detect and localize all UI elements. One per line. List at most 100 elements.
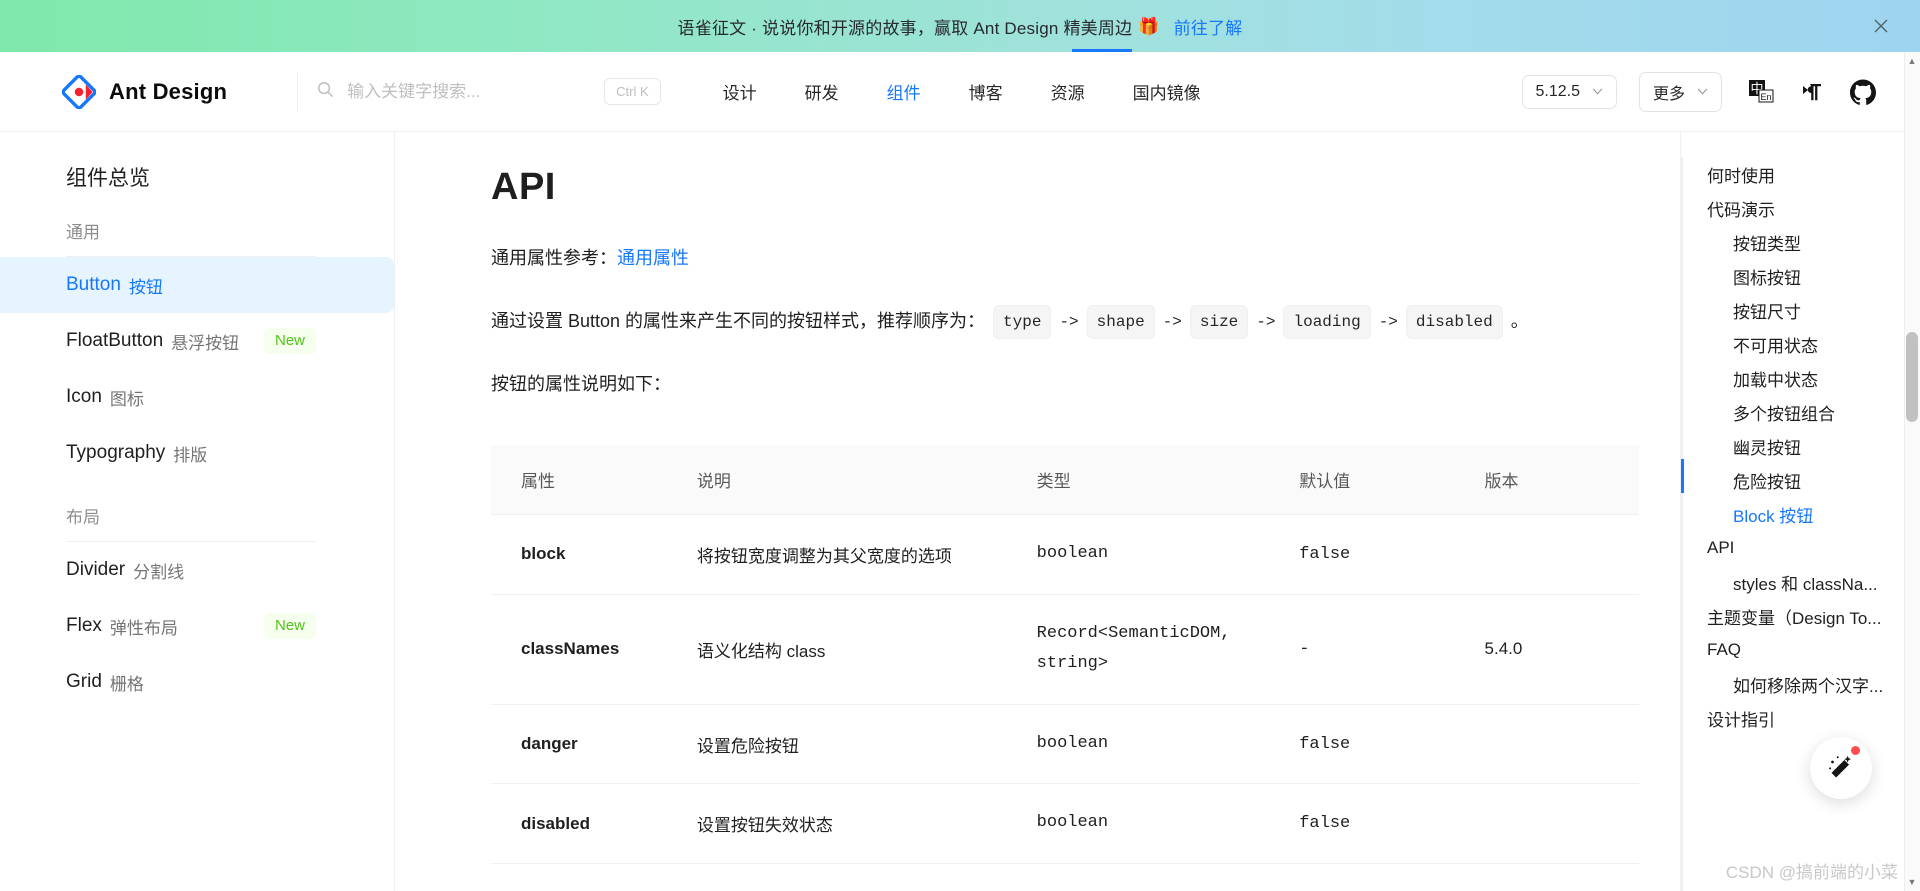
toc-item-block-button[interactable]: Block 按钮 [1681,497,1920,531]
page-scrollbar[interactable]: ▲ ▼ [1904,52,1920,891]
sidebar-item-en: Grid [66,671,102,692]
main-content: API 通用属性参考：通用属性 通过设置 Button 的属性来产生不同的按钮样… [395,132,1680,891]
table-row: block 将按钮宽度调整为其父宽度的选项 boolean false [491,514,1639,595]
common-props-paragraph: 通用属性参考：通用属性 [491,243,1680,275]
cell-type: boolean [1036,704,1300,785]
page-scrollbar-thumb[interactable] [1906,332,1918,422]
toc-item-danger-button[interactable]: 危险按钮 [1681,463,1920,497]
common-props-prefix: 通用属性参考： [491,248,617,268]
cell-description: 幽灵属性，使按钮背景透明 [696,863,1037,891]
common-props-link[interactable]: 通用属性 [617,248,689,268]
order-suffix: 。 [1510,310,1529,331]
cell-default: - [1299,594,1485,705]
nav-item-develop[interactable]: 研发 [781,79,863,104]
toc-item-styles-classnames[interactable]: styles 和 classNa... [1681,565,1920,599]
scroll-up-arrow[interactable]: ▲ [1907,56,1917,66]
cell-version [1484,863,1639,891]
props-intro-paragraph: 按钮的属性说明如下： [491,373,671,394]
sidebar-item-button[interactable]: Button 按钮 [0,257,394,313]
nav-item-components[interactable]: 组件 [863,79,945,104]
sidebar-item-cn: 按钮 [128,277,163,297]
toc-item-faq[interactable]: FAQ [1681,633,1920,667]
toc-item-design-token[interactable]: 主题变量（Design To... [1681,599,1920,633]
cell-description: 设置危险按钮 [696,704,1037,785]
search-shortcut-hint: Ctrl K [604,77,661,106]
new-badge: New [263,327,316,355]
logo-link[interactable]: Ant Design [62,74,227,109]
cell-version [1484,704,1639,785]
site-header: Ant Design Ctrl K 设计 研发 组件 博客 资源 国内镜像 5.… [0,52,1920,132]
sidebar-group-title: 通用 [66,223,100,242]
toc-item-api[interactable]: API [1681,531,1920,565]
toc-item-button-type[interactable]: 按钮类型 [1681,225,1920,259]
promo-banner: 语雀征文 · 说说你和开源的故事，赢取 Ant Design 精美周边 🎁 前往… [0,0,1920,52]
code-chip-size: size [1189,304,1249,339]
code-chip-shape: shape [1086,304,1155,339]
page-title: API [491,166,556,208]
more-menu-select[interactable]: 更多 [1638,71,1722,112]
close-icon[interactable] [1870,15,1892,37]
watermark: CSDN @搞前端的小菜 [1725,863,1898,882]
toc-item-when-to-use[interactable]: 何时使用 [1681,157,1920,191]
toc-item-loading-state[interactable]: 加载中状态 [1681,361,1920,395]
toc-rail [1681,157,1683,891]
sidebar-item-flex[interactable]: Flex 弹性布局 New [0,598,394,654]
sidebar-item-cn: 分割线 [133,562,185,582]
sidebar-item-en: FloatButton [66,330,164,351]
language-switch-icon[interactable]: 中 En [1748,79,1774,105]
sidebar-item-cn: 图标 [109,389,144,409]
toc-item-disabled-state[interactable]: 不可用状态 [1681,327,1920,361]
sidebar-item-cn: 排版 [173,445,208,465]
sidebar-item-cn: 栅格 [109,674,144,694]
more-menu-label: 更多 [1652,85,1685,103]
toc-active-marker [1681,459,1684,493]
toc-item-icon-button[interactable]: 图标按钮 [1681,259,1920,293]
search-box[interactable]: Ctrl K [297,71,661,112]
table-body: block 将按钮宽度调整为其父宽度的选项 boolean false clas… [491,514,1639,891]
toc-item-design-guide[interactable]: 设计指引 [1681,701,1920,735]
cell-default: false [1299,783,1485,864]
sidebar-item-grid[interactable]: Grid 栅格 [0,654,394,710]
page-body: 组件总览 通用 Button 按钮 FloatButton 悬浮按钮 New I… [0,132,1920,891]
github-icon[interactable] [1850,79,1876,105]
sidebar-item-typography[interactable]: Typography 排版 [0,425,394,481]
version-select-value: 5.12.5 [1535,82,1580,100]
col-header-version: 版本 [1484,445,1639,515]
scroll-down-arrow[interactable]: ▼ [1907,877,1917,887]
toc-item-examples[interactable]: 代码演示 [1681,191,1920,225]
nav-item-blog[interactable]: 博客 [945,79,1027,104]
col-header-type: 类型 [1036,445,1300,515]
toc-item-faq-remove-space[interactable]: 如何移除两个汉字... [1681,667,1920,701]
cell-property: disabled [491,783,697,864]
text-direction-icon[interactable] [1800,80,1824,104]
toc-item-ghost-button[interactable]: 幽灵按钮 [1681,429,1920,463]
ai-assistant-button[interactable] [1810,737,1872,799]
sidebar-item-icon[interactable]: Icon 图标 [0,369,394,425]
sidebar-group-general-label: 通用 [0,218,394,257]
ant-design-logo-icon [62,74,96,109]
cell-property: classNames [491,594,697,705]
version-select[interactable]: 5.12.5 [1521,74,1617,109]
toc-item-button-size[interactable]: 按钮尺寸 [1681,293,1920,327]
cell-version [1484,783,1639,864]
table-row: ghost 幽灵属性，使按钮背景透明 boolean false [491,863,1639,891]
sidebar-item-en: Flex [66,615,102,636]
nav-item-mirror[interactable]: 国内镜像 [1109,79,1225,104]
nav-item-design[interactable]: 设计 [699,79,781,104]
promo-banner-text: 语雀征文 · 说说你和开源的故事，赢取 Ant Design 精美周边 [677,18,1133,38]
sidebar-item-divider[interactable]: Divider 分割线 [0,542,394,598]
cell-description: 将按钮宽度调整为其父宽度的选项 [696,514,1037,595]
chevron-down-icon [1697,88,1708,95]
table-row: disabled 设置按钮失效状态 boolean false [491,783,1639,864]
sidebar-item-overview[interactable]: 组件总览 [0,158,394,196]
promo-banner-link[interactable]: 前往了解 [1174,14,1243,39]
sidebar-item-floatbutton[interactable]: FloatButton 悬浮按钮 New [0,313,394,369]
arrow-separator: -> [1059,312,1079,331]
nav-item-resources[interactable]: 资源 [1027,79,1109,104]
magic-wand-icon [1829,755,1851,778]
toc-item-button-group[interactable]: 多个按钮组合 [1681,395,1920,429]
search-input[interactable] [347,81,593,102]
cell-property: ghost [491,863,697,891]
table-header-row: 属性 说明 类型 默认值 版本 [491,445,1639,515]
sidebar-item-cn: 悬浮按钮 [171,333,240,353]
